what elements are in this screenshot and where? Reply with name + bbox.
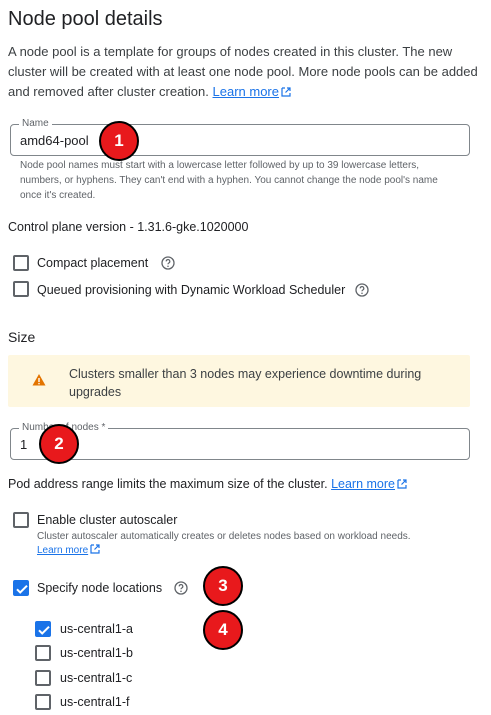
zone-checkbox-us-central1-f[interactable] (35, 694, 51, 710)
page-title: Node pool details (8, 8, 163, 30)
compact-placement-checkbox[interactable] (13, 255, 29, 271)
annotation-badge-4: 4 (203, 610, 243, 650)
name-field[interactable]: Name amd64-pool (10, 118, 470, 156)
annotation-badge-2: 2 (39, 424, 79, 464)
annotation-badge-1: 1 (99, 121, 139, 161)
external-link-icon (397, 479, 407, 489)
intro-learn-more-link[interactable]: Learn more (213, 84, 279, 99)
control-plane-version: Control plane version - 1.31.6-gke.10200… (8, 220, 249, 234)
autoscaler-learn-more-link[interactable]: Learn more (37, 545, 88, 556)
number-of-nodes-field[interactable]: Number of nodes * 1 (10, 422, 470, 460)
annotation-badge-3: 3 (203, 566, 243, 606)
number-of-nodes-value: 1 (20, 437, 28, 452)
external-link-icon (90, 544, 100, 554)
zone-label: us-central1-c (60, 671, 133, 685)
pod-range-text: Pod address range limits the maximum siz… (8, 477, 483, 491)
zone-checkbox-us-central1-b[interactable] (35, 645, 51, 661)
zone-label: us-central1-a (60, 622, 133, 636)
help-icon[interactable] (161, 256, 175, 270)
intro-text: A node pool is a template for groups of … (8, 42, 478, 102)
name-field-value: amd64-pool (20, 133, 89, 148)
name-field-label: Name (19, 118, 52, 130)
pod-range-body: Pod address range limits the maximum siz… (8, 477, 328, 491)
pod-range-learn-more-link[interactable]: Learn more (331, 477, 395, 491)
zone-label: us-central1-f (60, 695, 130, 709)
warning-text: Clusters smaller than 3 nodes may experi… (69, 367, 422, 399)
size-heading: Size (8, 329, 36, 345)
external-link-icon (281, 87, 291, 97)
zone-checkbox-us-central1-a[interactable] (35, 621, 51, 637)
specify-node-locations-checkbox[interactable] (13, 580, 29, 596)
help-icon[interactable] (174, 581, 188, 595)
check-icon (38, 625, 50, 635)
help-icon[interactable] (355, 283, 369, 297)
queued-provisioning-label: Queued provisioning with Dynamic Workloa… (37, 283, 346, 297)
name-field-hint: Node pool names must start with a lowerc… (20, 160, 438, 201)
warning-banner: Clusters smaller than 3 nodes may experi… (8, 355, 470, 407)
zone-label: us-central1-b (60, 646, 133, 660)
cluster-autoscaler-label: Enable cluster autoscaler (37, 513, 178, 527)
queued-provisioning-checkbox[interactable] (13, 281, 29, 297)
compact-placement-label: Compact placement (37, 256, 149, 270)
autoscaler-learn-more-row: Learn more (37, 543, 457, 558)
warning-icon (32, 374, 46, 386)
autoscaler-hint: Cluster autoscaler automatically creates… (37, 531, 411, 542)
zone-checkbox-us-central1-c[interactable] (35, 670, 51, 686)
cluster-autoscaler-checkbox[interactable] (13, 512, 29, 528)
specify-node-locations-label: Specify node locations (37, 581, 163, 595)
check-icon (16, 584, 28, 594)
